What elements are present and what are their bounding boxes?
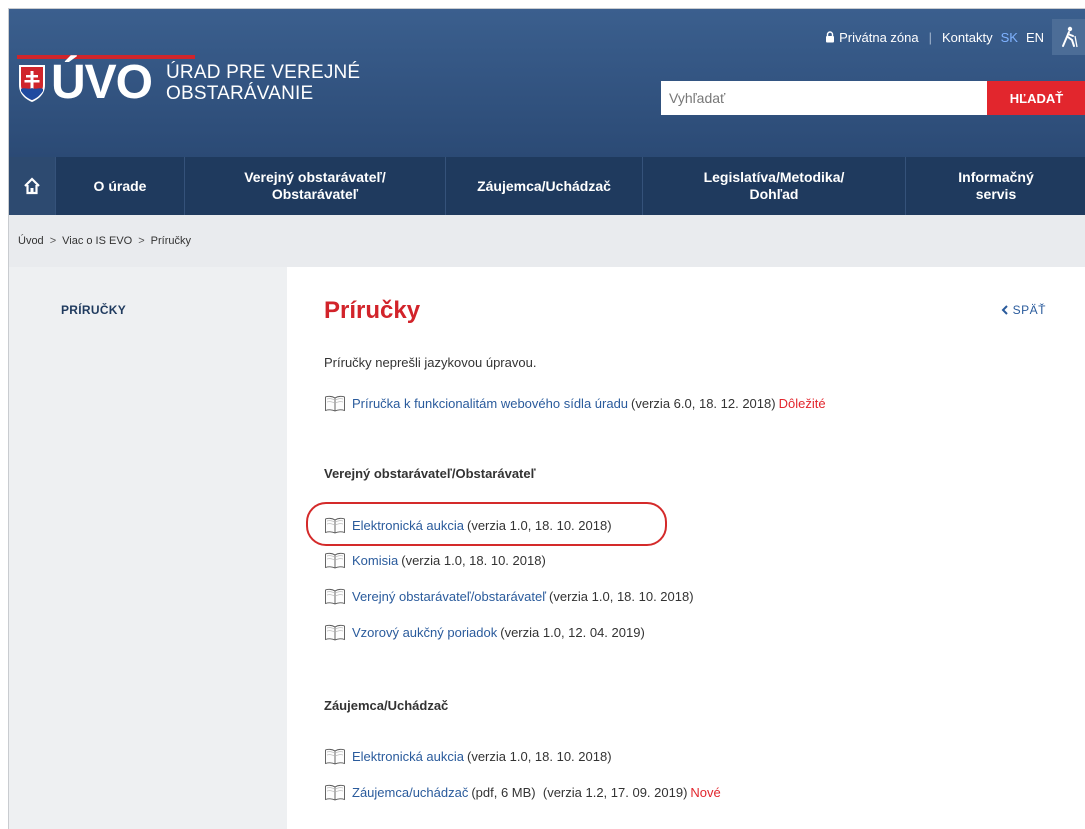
book-icon — [325, 624, 345, 641]
sidebar: PRÍRUČKY — [9, 267, 287, 829]
top-links-separator: | — [928, 29, 932, 45]
logo-text: ÚVO — [51, 56, 153, 109]
list-item: Záujemca/uchádzač (pdf, 6 MB) (verzia 1.… — [324, 784, 721, 801]
book-icon — [325, 748, 345, 765]
nav-item-informacny-servis[interactable]: Informačný servis — [905, 157, 1085, 215]
document-meta: (verzia 1.0, 18. 10. 2018) — [467, 749, 612, 764]
list-item: Verejný obstarávateľ/obstarávateľ (verzi… — [324, 588, 694, 605]
document-link[interactable]: Príručka k funkcionalitám webového sídla… — [352, 396, 628, 411]
main-content: Príručky SPÄŤ Príručky neprešli jazykovo… — [287, 267, 1085, 829]
book-icon — [325, 588, 345, 605]
document-meta: (verzia 1.0, 18. 10. 2018) — [467, 518, 612, 533]
breadcrumb-separator: > — [49, 235, 57, 247]
list-item: Príručka k funkcionalitám webového sídla… — [324, 395, 826, 412]
breadcrumb-item-uvod[interactable]: Úvod — [18, 235, 44, 247]
document-link[interactable]: Elektronická aukcia — [352, 518, 464, 533]
document-meta: (verzia 1.0, 12. 04. 2019) — [500, 625, 645, 640]
list-item: Elektronická aukcia (verzia 1.0, 18. 10.… — [324, 517, 612, 534]
section-title-zaujemca-uchadzac: Záujemca/Uchádzač — [324, 698, 449, 713]
nav-label: Záujemca/Uchádzač — [477, 177, 611, 194]
nav-label-line-1: Legislatíva/Metodika/ — [703, 169, 845, 185]
private-zone-link[interactable]: Privátna zóna — [839, 30, 919, 45]
document-link[interactable]: Komisia — [352, 553, 398, 568]
nav-label-line-1: Verejný obstarávateľ/ — [244, 169, 386, 185]
book-icon — [325, 395, 345, 412]
back-link-label: SPÄŤ — [1012, 303, 1046, 317]
breadcrumb-item-prirucky: Príručky — [150, 235, 192, 247]
document-link[interactable]: Verejný obstarávateľ/obstarávateľ — [352, 589, 546, 604]
contacts-link[interactable]: Kontakty — [942, 30, 993, 45]
top-links: Privátna zóna | Kontakty SK EN — [825, 19, 1085, 55]
document-link[interactable]: Elektronická aukcia — [352, 749, 464, 764]
breadcrumb: Úvod > Viac o IS EVO > Príručky — [9, 215, 1085, 267]
accessibility-walker-icon — [1062, 26, 1078, 48]
list-item: Vzorový aukčný poriadok (verzia 1.0, 12.… — [324, 624, 645, 641]
nav-item-verejny-obstaravatel[interactable]: Verejný obstarávateľ/ Obstarávateľ — [184, 157, 445, 215]
language-sk-link[interactable]: SK — [1001, 30, 1018, 45]
site-logo[interactable]: ÚVO ÚRAD PRE VEREJNÉ OBSTARÁVANIE — [17, 59, 360, 107]
search-input[interactable] — [661, 81, 987, 115]
nav-item-o-urade[interactable]: O úrade — [55, 157, 184, 215]
breadcrumb-item-viac-o-is-evo[interactable]: Viac o IS EVO — [62, 235, 132, 247]
document-link[interactable]: Záujemca/uchádzač — [352, 785, 468, 800]
chevron-left-icon — [1001, 305, 1008, 315]
nav-label-line-1: Informačný — [958, 169, 1034, 185]
page-title: Príručky — [324, 297, 421, 324]
book-icon — [325, 784, 345, 801]
section-title-verejny-obstaravatel: Verejný obstarávateľ/Obstarávateľ — [324, 466, 536, 481]
list-item: Komisia (verzia 1.0, 18. 10. 2018) — [324, 552, 546, 569]
home-icon — [24, 177, 40, 195]
nav-label: O úrade — [93, 177, 147, 194]
nav-label-line-2: servis — [975, 186, 1017, 202]
nav-label-line-2: Dohľad — [749, 186, 799, 202]
lock-icon — [826, 31, 835, 43]
document-meta: (verzia 1.0, 18. 10. 2018) — [549, 589, 694, 604]
page-frame: ÚVO ÚRAD PRE VEREJNÉ OBSTARÁVANIE Privát… — [8, 8, 1085, 829]
document-meta: (verzia 1.0, 18. 10. 2018) — [401, 553, 546, 568]
accessibility-button[interactable] — [1052, 19, 1085, 55]
nav-home-button[interactable] — [9, 157, 55, 215]
organization-name: ÚRAD PRE VEREJNÉ OBSTARÁVANIE — [166, 62, 360, 104]
document-meta: (verzia 6.0, 18. 12. 2018) — [631, 396, 776, 411]
document-link[interactable]: Vzorový aukčný poriadok — [352, 625, 497, 640]
important-badge: Dôležité — [778, 396, 826, 411]
nav-label-line-2: Obstarávateľ — [271, 186, 359, 202]
breadcrumb-separator: > — [138, 235, 145, 247]
site-header: ÚVO ÚRAD PRE VEREJNÉ OBSTARÁVANIE Privát… — [9, 9, 1085, 157]
nav-item-legislativa[interactable]: Legislatíva/Metodika/ Dohľad — [642, 157, 905, 215]
nav-item-zaujemca-uchadzac[interactable]: Záujemca/Uchádzač — [445, 157, 642, 215]
main-navigation: O úrade Verejný obstarávateľ/ Obstarávat… — [9, 157, 1085, 215]
org-line-1: ÚRAD PRE VEREJNÉ — [166, 62, 361, 83]
sidebar-item-prirucky[interactable]: PRÍRUČKY — [61, 303, 126, 317]
language-en-link[interactable]: EN — [1026, 30, 1044, 45]
document-meta: (pdf, 6 MB) (verzia 1.2, 17. 09. 2019) — [471, 785, 688, 800]
new-badge: Nové — [690, 785, 721, 800]
slovak-coat-of-arms-icon — [19, 65, 45, 102]
list-item: Elektronická aukcia (verzia 1.0, 18. 10.… — [324, 748, 612, 765]
org-line-2: OBSTARÁVANIE — [166, 83, 314, 104]
back-link[interactable]: SPÄŤ — [1001, 303, 1046, 317]
intro-text: Príručky neprešli jazykovou úpravou. — [324, 355, 537, 370]
search-button[interactable]: HĽADAŤ — [987, 81, 1085, 115]
book-icon — [325, 552, 345, 569]
book-icon — [325, 517, 345, 534]
